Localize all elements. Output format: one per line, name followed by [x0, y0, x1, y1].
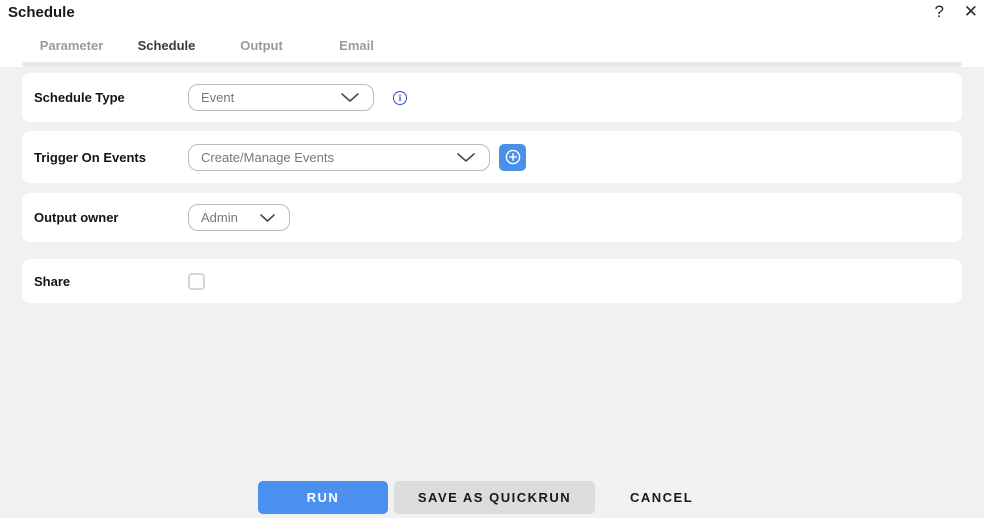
- chevron-down-icon: [457, 152, 475, 162]
- cancel-button[interactable]: CANCEL: [628, 481, 695, 514]
- output-owner-value: Admin: [201, 210, 238, 225]
- trigger-on-events-select[interactable]: Create/Manage Events: [188, 143, 490, 171]
- save-as-quickrun-button[interactable]: SAVE AS QUICKRUN: [394, 481, 595, 514]
- share-checkbox[interactable]: [188, 272, 205, 290]
- output-owner-select[interactable]: Admin: [188, 204, 290, 231]
- tab-schedule[interactable]: Schedule: [119, 28, 214, 65]
- trigger-on-events-row: Trigger On Events Create/Manage Events: [22, 131, 962, 183]
- schedule-type-label: Schedule Type: [34, 90, 125, 105]
- chevron-down-icon: [341, 93, 359, 102]
- output-owner-row: Output owner Admin: [22, 193, 962, 242]
- trigger-on-events-value: Create/Manage Events: [201, 149, 334, 165]
- close-icon[interactable]: ✕: [964, 0, 978, 24]
- tab-output[interactable]: Output: [214, 28, 309, 62]
- share-label: Share: [34, 273, 71, 289]
- schedule-dialog: Schedule ? ✕ Parameter Schedule Output E…: [0, 0, 984, 518]
- tab-parameter[interactable]: Parameter: [24, 28, 119, 62]
- schedule-type-value: Event: [201, 90, 235, 105]
- share-row: Share: [22, 259, 962, 303]
- tab-bar: Parameter Schedule Output Email: [24, 28, 404, 65]
- tab-email[interactable]: Email: [309, 28, 404, 62]
- add-event-button[interactable]: [499, 143, 526, 171]
- schedule-type-row: Schedule Type Event i: [22, 73, 962, 122]
- plus-circle-icon: [505, 149, 520, 165]
- page-title: Schedule: [8, 4, 75, 21]
- footer-actions: RUN SAVE AS QUICKRUN CANCEL: [258, 481, 695, 514]
- run-button[interactable]: RUN: [258, 481, 388, 514]
- chevron-down-icon: [260, 213, 275, 222]
- help-icon[interactable]: ?: [935, 0, 944, 24]
- schedule-type-select[interactable]: Event: [188, 84, 374, 111]
- output-owner-label: Output owner: [34, 210, 119, 225]
- title-bar: Schedule ? ✕: [0, 0, 984, 28]
- trigger-on-events-label: Trigger On Events: [34, 149, 146, 165]
- info-icon[interactable]: i: [393, 90, 407, 105]
